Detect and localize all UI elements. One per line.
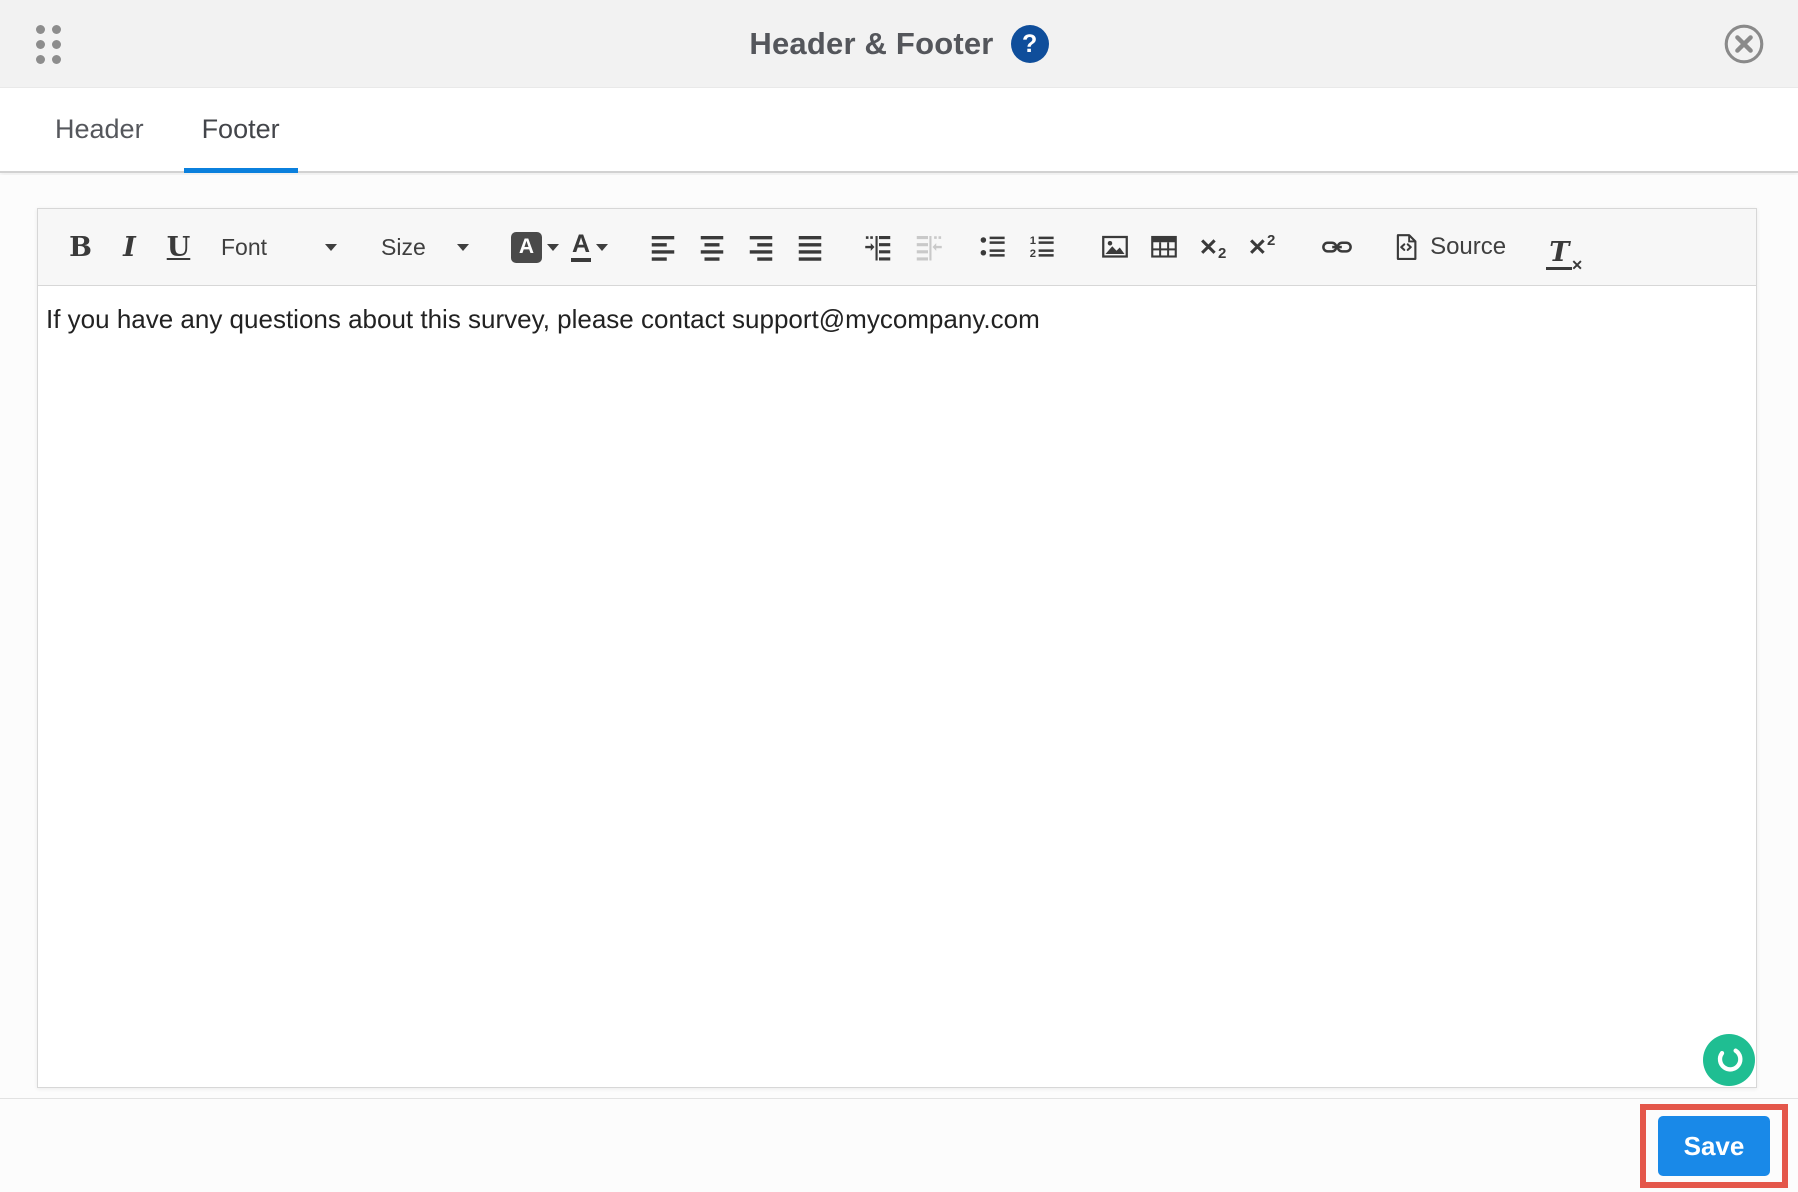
align-left-button[interactable] [638, 224, 687, 270]
size-select-label: Size [381, 233, 426, 260]
justify-icon [798, 236, 821, 261]
save-button[interactable]: Save [1658, 1116, 1770, 1176]
source-button[interactable]: Source [1383, 224, 1514, 270]
tab-footer-label: Footer [201, 114, 280, 144]
bulleted-list-icon [980, 236, 1005, 257]
editor-text: If you have any questions about this sur… [46, 304, 1040, 334]
link-button[interactable] [1312, 224, 1361, 270]
font-select[interactable]: Font [211, 224, 347, 270]
justify-button[interactable] [785, 224, 834, 270]
tab-footer[interactable]: Footer [183, 88, 298, 173]
numbered-list-icon: 1 2 [1029, 235, 1054, 260]
underline-icon: U [166, 231, 191, 263]
bulleted-list-button[interactable] [968, 224, 1017, 270]
background-color-icon: A [571, 232, 592, 262]
subscript-button[interactable]: ✕ 2 [1188, 224, 1237, 270]
table-button[interactable] [1139, 224, 1188, 270]
align-right-icon [749, 236, 772, 261]
annotation-highlight-box: Save [1640, 1104, 1788, 1188]
indent-button[interactable] [854, 224, 903, 270]
font-select-label: Font [221, 233, 268, 260]
background-color-button[interactable]: A [565, 224, 614, 270]
superscript-button[interactable]: ✕ 2 [1237, 224, 1286, 270]
align-center-icon [700, 236, 723, 261]
table-icon [1150, 235, 1177, 258]
chevron-down-icon [457, 243, 469, 251]
remove-format-icon: T [1546, 239, 1573, 270]
remove-format-button[interactable]: T ✕ [1540, 224, 1589, 273]
close-icon[interactable] [1722, 22, 1766, 66]
outdent-icon [916, 236, 942, 261]
source-code-icon [1396, 234, 1417, 260]
italic-icon: I [123, 231, 136, 263]
indent-icon [864, 236, 890, 261]
image-button[interactable] [1090, 224, 1139, 270]
modal-header: Header & Footer ? [0, 0, 1798, 88]
help-icon[interactable]: ? [1010, 25, 1049, 63]
chevron-down-icon [547, 243, 559, 251]
align-left-icon [651, 236, 674, 261]
source-button-label: Source [1430, 233, 1507, 260]
italic-button[interactable]: I [105, 224, 154, 270]
underline-button[interactable]: U [154, 224, 203, 270]
x-circle-icon [1724, 24, 1764, 64]
text-color-button[interactable]: A [505, 224, 565, 270]
link-icon [1321, 241, 1352, 253]
subscript-icon: ✕ [1198, 233, 1219, 260]
header-footer-modal: { "modal": { "title": "Header & Footer",… [0, 0, 1798, 1192]
bold-icon: B [69, 231, 92, 263]
chevron-down-icon [596, 243, 609, 251]
modal-footer: Save [0, 1098, 1798, 1192]
image-icon [1101, 235, 1128, 258]
modal-body: B I U Font Size A A 1 2 ✕ 2 ✕ 2 Source T… [0, 175, 1798, 1098]
size-select[interactable]: Size [371, 224, 479, 270]
svg-text:1: 1 [1029, 235, 1035, 247]
beacon-arc-icon [1717, 1048, 1743, 1072]
editor-toolbar: B I U Font Size A A 1 2 ✕ 2 ✕ 2 Source T… [38, 209, 1756, 286]
tab-bar: Header Footer [0, 88, 1798, 173]
chevron-down-icon [325, 243, 337, 251]
text-color-icon: A [511, 231, 542, 263]
outdent-button[interactable] [903, 224, 952, 270]
title-group: Header & Footer ? [0, 0, 1798, 88]
align-center-button[interactable] [687, 224, 736, 270]
tab-header[interactable]: Header [37, 88, 162, 171]
tab-header-label: Header [55, 114, 144, 144]
editor-content[interactable]: If you have any questions about this sur… [38, 286, 1756, 1087]
feedback-beacon-icon[interactable] [1703, 1034, 1755, 1086]
svg-text:2: 2 [1029, 248, 1035, 260]
rich-text-editor: B I U Font Size A A 1 2 ✕ 2 ✕ 2 Source T… [37, 208, 1757, 1088]
align-right-button[interactable] [736, 224, 785, 270]
superscript-icon: ✕ [1247, 233, 1268, 260]
bold-button[interactable]: B [56, 224, 105, 270]
numbered-list-button[interactable]: 1 2 [1017, 224, 1066, 270]
modal-title: Header & Footer [749, 26, 994, 61]
